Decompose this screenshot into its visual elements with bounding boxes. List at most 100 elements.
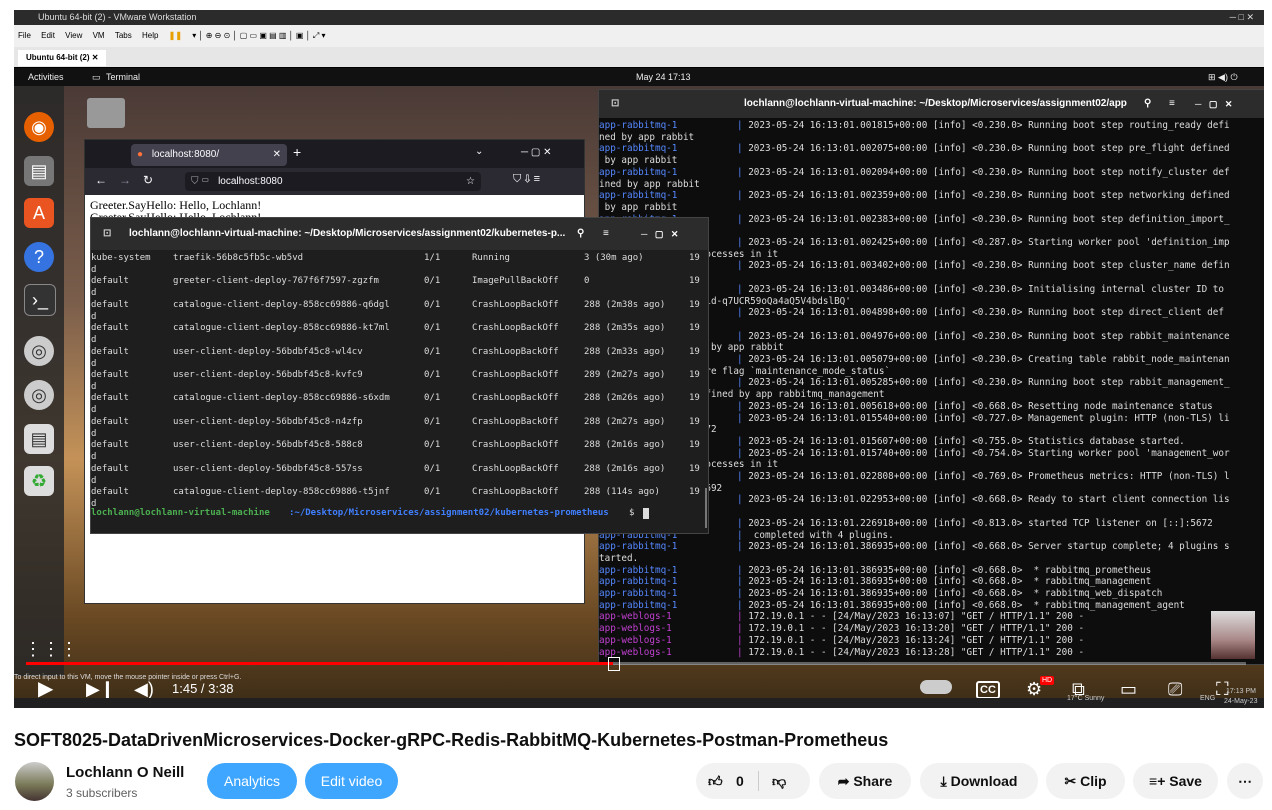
pod-age: 19 [689, 299, 700, 310]
log-message: 2023-05-24 16:13:01.004976+00:00 [info] … [748, 330, 1230, 342]
new-tab-icon[interactable]: ⊡ [103, 218, 111, 250]
analytics-button[interactable]: Analytics [207, 763, 297, 799]
reload-icon[interactable]: ↻ [143, 173, 153, 187]
log-message: 2023-05-24 16:13:01.003402+00:00 [info] … [748, 260, 1230, 272]
log-separator: | [737, 354, 749, 365]
scrollbar[interactable] [705, 488, 707, 528]
pod-status: CrashLoopBackOff [472, 463, 559, 474]
pod-restarts: 288 (2m33s ago) [584, 346, 666, 357]
menu-help[interactable]: Help [138, 25, 162, 47]
edit-video-button[interactable]: Edit video [305, 763, 398, 799]
log-separator: | [737, 471, 749, 482]
vmware-toolbar-icons: ▾ │ ⊕ ⊖ ⊙ │ ▢ ▭ ▣ ▤ ▥ │ ▣ │ ⤢ ▾ [192, 31, 326, 40]
bookmark-star-icon[interactable]: ☆ [466, 172, 475, 191]
save-button[interactable]: ≡+ Save [1133, 763, 1218, 799]
search-icon[interactable]: ⚲ [577, 218, 584, 250]
log-separator: | [737, 517, 749, 529]
log-message: 2023-05-24 16:13:01.004898+00:00 [info] … [748, 307, 1224, 319]
pod-name: user-client-deploy-56bdbf45c8-kvfc9 [173, 370, 363, 380]
menu-edit[interactable]: Edit [37, 25, 59, 47]
channel-name[interactable]: Lochlann O Neill [66, 764, 184, 781]
app-menu[interactable]: Terminal [106, 68, 140, 86]
vm-tab[interactable]: Ubuntu 64-bit (2) ✕ [18, 50, 107, 66]
log-service: app-rabbitmq-1 [599, 576, 678, 588]
pod-restarts: 288 (2m26s ago) [584, 393, 666, 404]
new-tab-icon[interactable]: ⊡ [611, 90, 619, 118]
window-controls-icon[interactable]: ─ ▢ ✕ [1195, 90, 1232, 118]
menu-vm[interactable]: VM [89, 25, 109, 47]
pod-row: default user-client-deploy-56bdbf45c8-wl4… [91, 347, 708, 371]
new-tab-icon[interactable]: + [293, 144, 301, 160]
log-message: 2023-05-24 16:13:01.002425+00:00 [info] … [748, 237, 1230, 248]
help-icon[interactable]: ? [24, 242, 54, 272]
firefox-icon[interactable]: ◉ [24, 112, 54, 142]
software-icon[interactable]: A [24, 198, 54, 228]
webcam-overlay [1211, 611, 1255, 659]
system-tray-icons[interactable]: ⊞ ◀) ⏻ [1208, 68, 1238, 86]
chevron-down-icon[interactable]: ⌄ [475, 146, 483, 157]
subtitles-button[interactable]: CC [976, 681, 1000, 699]
menu-tabs[interactable]: Tabs [111, 25, 136, 47]
video-player[interactable]: Ubuntu 64-bit (2) - VMware Workstation ─… [14, 10, 1264, 708]
pod-row: default user-client-deploy-56bdbf45c8-588… [91, 440, 708, 464]
autoplay-toggle[interactable] [920, 680, 952, 694]
close-icon[interactable]: ✕ [273, 144, 281, 166]
terminal-icon[interactable]: ›_ [24, 284, 56, 316]
taskbar-time: 17:13 PM [1226, 688, 1256, 695]
back-icon[interactable]: ← [95, 173, 107, 187]
log-line: app-rabbitmq-1 | 2023-05-24 16:13:01.3869… [599, 541, 1264, 553]
pod-ns: kube-system [91, 253, 151, 263]
clock[interactable]: May 24 17:13 [636, 68, 691, 86]
home-folder-icon[interactable] [87, 98, 125, 128]
log-service: app-weblogs-1 [599, 623, 672, 635]
close-icon[interactable]: ✕ [92, 53, 99, 62]
share-button[interactable]: ➦ Share [819, 763, 911, 799]
menu-view[interactable]: View [61, 25, 86, 47]
thumbs-up-icon[interactable]: 👍︎ [708, 763, 723, 799]
menu-file[interactable]: File [14, 25, 35, 47]
pod-row: default catalogue-client-deploy-858cc6988… [91, 300, 708, 324]
files-icon[interactable]: ▤ [24, 156, 54, 186]
like-count[interactable]: 0 [736, 763, 744, 799]
pod-age: 19 [689, 323, 700, 334]
url-text: localhost:8080 [218, 176, 283, 187]
terminal-pod-list: kube-system traefik-56b8c5fb5c-wb5vd 1/1 Ru… [91, 250, 708, 533]
pause-icon[interactable]: ❚❚ [165, 25, 186, 47]
url-bar[interactable]: ⛉ ▭ localhost:8080 ☆ [185, 172, 481, 191]
progress-scrubber[interactable] [607, 657, 620, 671]
trash-icon[interactable]: ♻ [24, 466, 54, 496]
menu-icon[interactable]: ≡ [1169, 90, 1175, 118]
activities-button[interactable]: Activities [28, 68, 64, 86]
toolbar-icons[interactable]: ⛉ ⇩ ≡ [513, 173, 540, 186]
pod-name: user-client-deploy-56bdbf45c8-588c8 [173, 440, 363, 451]
window-controls-icon[interactable]: ─ ▢ ✕ [641, 218, 678, 250]
browser-tab[interactable]: ● localhost:8080/ ✕ [131, 144, 287, 166]
wrapped-char: d [91, 358, 97, 369]
thumbs-down-icon[interactable]: 👎︎ [772, 763, 786, 799]
disc-icon[interactable]: ◎ [24, 336, 54, 366]
menu-icon[interactable]: ≡ [603, 218, 609, 250]
disc-icon[interactable]: ◎ [24, 380, 54, 410]
pod-ready: 0/1 [424, 370, 441, 380]
download-button[interactable]: ⤓ Download [920, 763, 1038, 799]
avatar[interactable] [15, 762, 54, 801]
terminal-title: lochlann@lochlann-virtual-machine: ~/Des… [744, 98, 1127, 109]
search-icon[interactable]: ⚲ [1144, 90, 1151, 118]
terminal-title-bar: ⊡ lochlann@lochlann-virtual-machine: ~/D… [599, 90, 1264, 118]
clip-button[interactable]: ✂ Clip [1046, 763, 1125, 799]
pod-row: default user-client-deploy-56bdbf45c8-kvf… [91, 370, 708, 394]
pod-row: default catalogue-client-deploy-858cc6988… [91, 323, 708, 347]
vmware-menu-bar: File Edit View VM Tabs Help ❚❚ ▾ │ ⊕ ⊖ ⊙… [14, 25, 1264, 47]
pod-restarts: 288 (2m38s ago) [584, 299, 666, 310]
pod-name: catalogue-client-deploy-858cc69886-t5jnf [173, 487, 390, 497]
taskbar-date: 24-May-23 [1224, 698, 1258, 705]
log-message: 2023-05-24 16:13:01.005618+00:00 [info] … [748, 400, 1213, 412]
window-controls-icon[interactable]: ─ ▢ ✕ [521, 147, 551, 158]
forward-icon[interactable]: → [119, 173, 131, 187]
shell-prompt[interactable]: lochlann@lochlann-virtual-machine:~/Desk… [91, 508, 708, 532]
drive-icon[interactable]: ▤ [24, 424, 54, 454]
pod-status: ImagePullBackOff [472, 276, 559, 287]
log-line: app-rabbitmq-1 | 2023-05-24 16:13:01.0023… [599, 190, 1264, 202]
more-actions-button[interactable]: ⋯ [1227, 763, 1263, 799]
app-grid-icon[interactable]: ⋮⋮⋮ [24, 634, 78, 664]
